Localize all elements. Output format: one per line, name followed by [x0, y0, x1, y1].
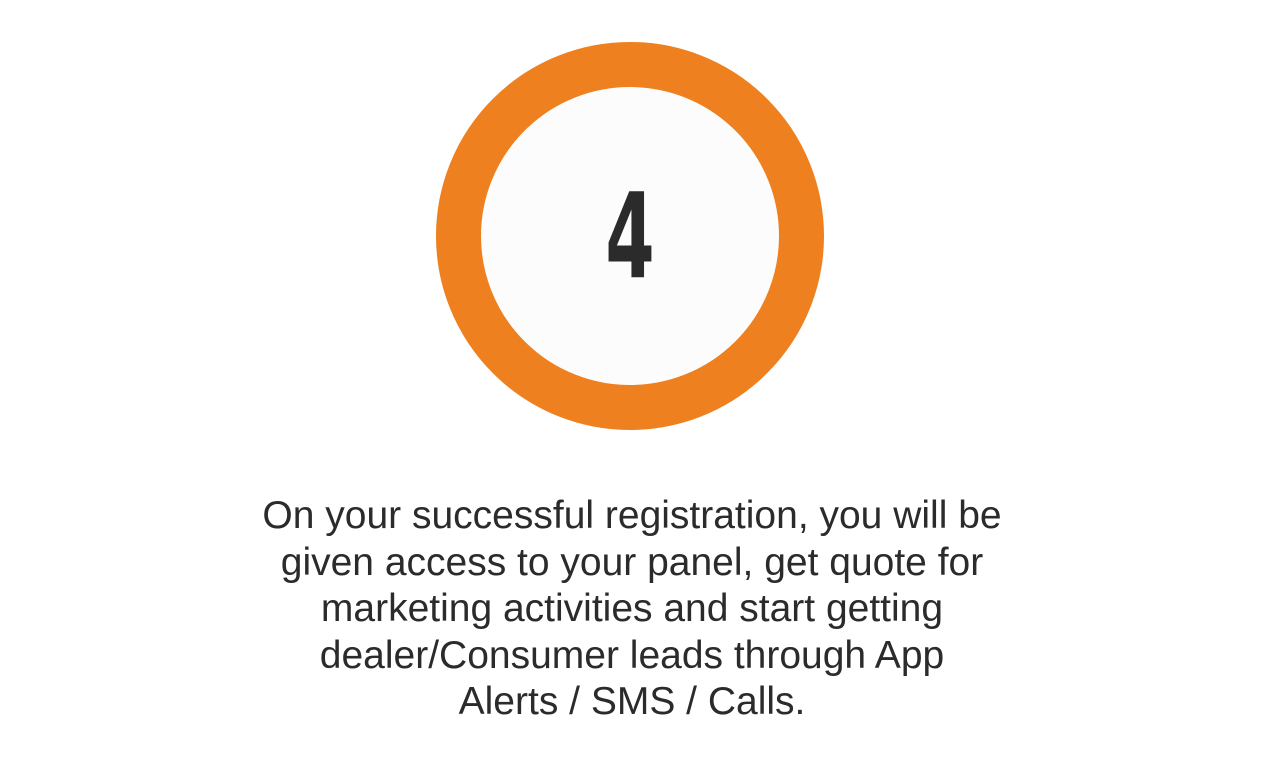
step-number-ring: 4 [436, 42, 824, 430]
step-description: On your successful registration, you wil… [0, 493, 1264, 726]
step-description-line: dealer/Consumer leads through App [319, 633, 945, 677]
step-description-line: Alerts / SMS / Calls. [458, 680, 806, 723]
step-description-line: marketing activities and start getting [320, 587, 944, 630]
step-description-line: given access to your panel, get quote fo… [280, 540, 984, 584]
step-number: 4 [605, 167, 655, 305]
step-description-line: On your successful registration, you wil… [262, 494, 1002, 537]
step-card: 4 On your successful registration, you w… [0, 0, 1264, 760]
